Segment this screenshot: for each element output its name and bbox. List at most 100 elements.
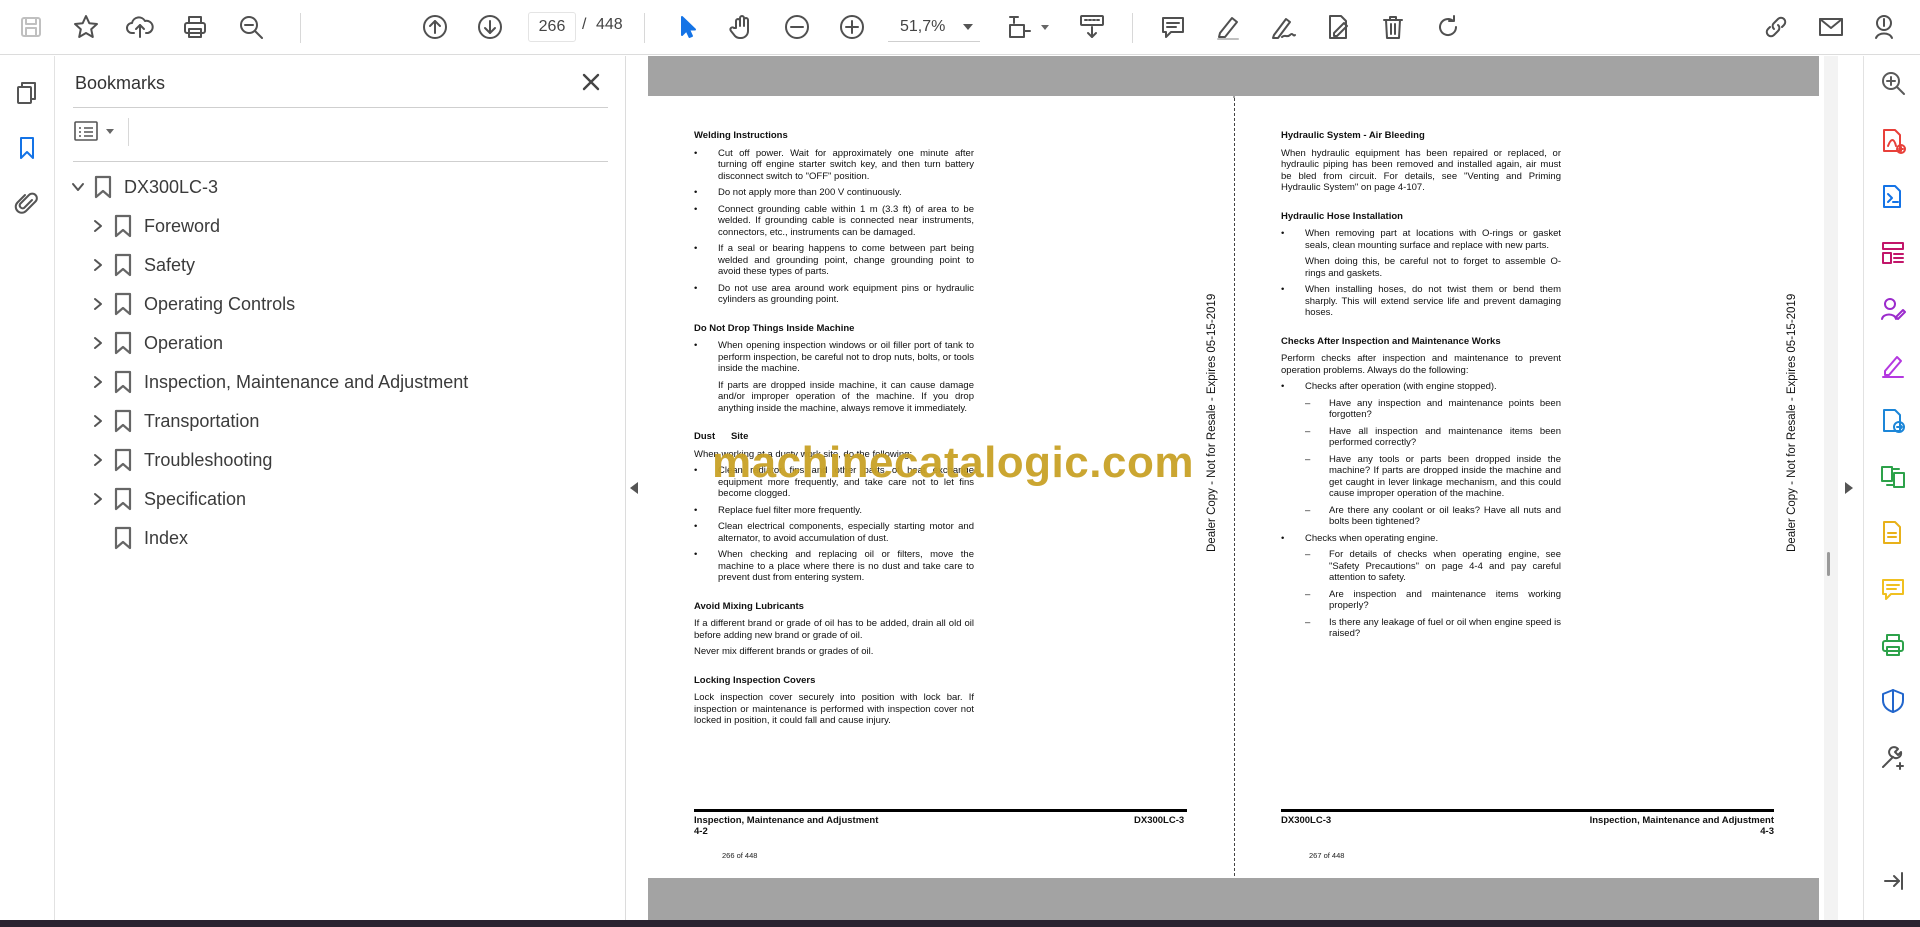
bookmark-label: Operation	[144, 332, 224, 353]
chevron-right-icon[interactable]	[90, 335, 106, 351]
bookmark-item-troubleshooting[interactable]: Troubleshooting	[90, 444, 272, 476]
more-tools-icon[interactable]	[1878, 742, 1908, 772]
star-icon[interactable]	[69, 10, 103, 44]
footer-model: DX300LC-3	[1281, 815, 1332, 826]
bookmark-item-operation[interactable]: Operation	[90, 327, 223, 359]
bookmark-icon	[114, 370, 132, 394]
paragraph: Never mix different brands or grades of …	[694, 646, 874, 657]
bookmark-icon	[114, 487, 132, 511]
chevron-right-icon[interactable]	[90, 413, 106, 429]
highlight-pen-icon[interactable]	[1211, 10, 1245, 44]
collapse-right-panel-icon[interactable]	[1843, 480, 1855, 496]
export-pdf-icon[interactable]	[1878, 182, 1908, 212]
chevron-down-icon[interactable]	[70, 179, 86, 195]
chevron-right-icon[interactable]	[90, 491, 106, 507]
edit-pdf-icon[interactable]	[1878, 518, 1908, 548]
list-item: • Cut off power. Wait for approximately o…	[694, 147, 974, 182]
panel-divider	[128, 118, 129, 146]
section-heading: Checks After Inspection and Maintenance …	[1281, 335, 1501, 347]
page-gap	[648, 878, 1819, 920]
select-cursor-icon[interactable]	[671, 10, 705, 44]
page-counter: 267 of 448	[1309, 851, 1345, 860]
list-item: • When installing hoses, do not twist the…	[1281, 284, 1561, 318]
next-page-icon[interactable]	[473, 10, 507, 44]
list-item: • When opening inspection windows or oil …	[694, 340, 974, 374]
page-counter: 266 of 448	[722, 851, 758, 860]
page-separator: /	[582, 16, 587, 33]
zoom-search-icon[interactable]	[1878, 68, 1908, 98]
user-add-icon[interactable]	[1869, 10, 1903, 44]
chevron-down-icon[interactable]	[963, 24, 973, 30]
scrollbar-thumb[interactable]	[1827, 552, 1830, 576]
chevron-right-icon[interactable]	[90, 374, 106, 390]
bookmark-label: Index	[144, 527, 189, 548]
zoom-out-icon[interactable]	[780, 10, 814, 44]
bookmark-item-transportation[interactable]: Transportation	[90, 405, 259, 437]
page-number-input[interactable]: 266	[528, 12, 576, 42]
find-icon[interactable]	[234, 10, 268, 44]
bookmark-item-index[interactable]: Index	[114, 522, 188, 554]
bookmark-item-foreword[interactable]: Foreword	[90, 210, 220, 242]
attachment-icon[interactable]	[10, 186, 44, 220]
bookmark-item-inspection-maintenance[interactable]: Inspection, Maintenance and Adjustment	[90, 366, 468, 398]
chevron-right-icon[interactable]	[90, 257, 106, 273]
panel-divider	[73, 107, 608, 108]
list-item: • Connect grounding cable within 1 m (3.3…	[694, 203, 974, 238]
section-heading: Welding Instructions	[694, 130, 788, 141]
fill-sign-icon[interactable]	[1321, 10, 1355, 44]
save-icon[interactable]	[14, 10, 48, 44]
footer-rule	[1281, 809, 1774, 812]
collapse-left-panel-icon[interactable]	[628, 480, 640, 496]
print-production-icon[interactable]	[1878, 630, 1908, 660]
chevron-right-icon[interactable]	[90, 452, 106, 468]
fit-page-icon[interactable]	[1003, 10, 1037, 44]
rotate-icon[interactable]	[1431, 10, 1465, 44]
print-icon[interactable]	[178, 10, 212, 44]
previous-page-icon[interactable]	[418, 10, 452, 44]
close-icon[interactable]	[577, 68, 605, 96]
organize-pages-icon[interactable]	[1878, 238, 1908, 268]
comment-icon[interactable]	[1156, 10, 1190, 44]
toolbar-divider	[300, 13, 301, 43]
chevron-right-icon[interactable]	[90, 218, 106, 234]
scroll-mode-icon[interactable]	[1075, 10, 1109, 44]
page-thumbnails-icon[interactable]	[10, 76, 44, 110]
create-pdf-icon[interactable]	[1878, 126, 1908, 156]
zoom-in-icon[interactable]	[835, 10, 869, 44]
bookmark-item-safety[interactable]: Safety	[90, 249, 195, 281]
bookmark-item-operating-controls[interactable]: Operating Controls	[90, 288, 295, 320]
compare-files-icon[interactable]	[1878, 462, 1908, 492]
panel-divider	[73, 161, 608, 162]
chevron-down-icon[interactable]	[1041, 25, 1049, 30]
list-item: • When removing part at locations with O-…	[1281, 228, 1561, 251]
bookmark-options-button[interactable]	[74, 116, 130, 146]
footer-section-title: Inspection, Maintenance and Adjustment 4…	[1589, 815, 1774, 837]
list-item: • Checks after operation (with engine sto…	[1281, 381, 1497, 392]
draw-freehand-icon[interactable]	[1266, 10, 1300, 44]
protect-shield-icon[interactable]	[1878, 686, 1908, 716]
delete-icon[interactable]	[1376, 10, 1410, 44]
paragraph: When doing this, be careful not to forge…	[1305, 256, 1561, 279]
send-for-review-icon[interactable]	[1878, 406, 1908, 436]
bookmark-icon	[114, 253, 132, 277]
request-signatures-icon[interactable]	[1878, 294, 1908, 324]
bookmark-label: Troubleshooting	[144, 449, 273, 470]
section-heading: Avoid Mixing Lubricants	[694, 600, 804, 612]
bookmark-item-specification[interactable]: Specification	[90, 483, 246, 515]
expand-panel-icon[interactable]	[1878, 866, 1908, 896]
fill-and-sign-icon[interactable]	[1878, 350, 1908, 380]
chevron-right-icon[interactable]	[90, 296, 106, 312]
list-subitem: – Are inspection and maintenance items wo…	[1305, 588, 1561, 612]
upload-cloud-icon[interactable]	[123, 10, 157, 44]
comment-tool-icon[interactable]	[1878, 574, 1908, 604]
paragraph: Lock inspection cover securely into posi…	[694, 692, 974, 726]
email-icon[interactable]	[1814, 10, 1848, 44]
hand-tool-icon[interactable]	[725, 10, 759, 44]
vertical-scrollbar[interactable]	[1824, 56, 1838, 923]
share-link-icon[interactable]	[1759, 10, 1793, 44]
bookmark-root[interactable]: DX300LC-3	[70, 171, 218, 203]
pdf-reader-window: 266 / 448 51,7% Bookmarks DX300LC-3 Fore…	[0, 0, 1920, 927]
bookmark-icon[interactable]	[10, 131, 44, 165]
bookmark-label: Foreword	[144, 215, 221, 236]
bookmarks-title: Bookmarks	[75, 73, 166, 93]
